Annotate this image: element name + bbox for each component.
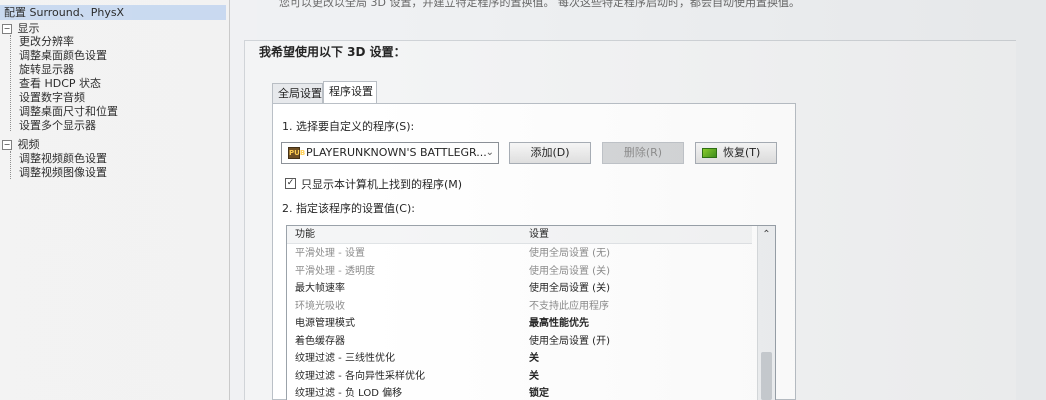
add-program-button[interactable]: 添加(D)	[509, 142, 591, 164]
table-row[interactable]: 纹理过滤 - 各向异性采样优化 关	[287, 368, 752, 386]
section-title: 我希望使用以下 3D 设置：	[259, 45, 406, 59]
setting-cell: 最高性能优先	[529, 318, 589, 329]
table-row[interactable]: 环境光吸收 不支持此应用程序	[287, 298, 752, 316]
sidebar-item-adjust-desktop-color[interactable]: 调整桌面颜色设置	[19, 49, 107, 63]
sidebar-item-desktop-size-position[interactable]: 调整桌面尺寸和位置	[19, 105, 118, 119]
feature-column-header: 功能	[295, 229, 315, 240]
feature-cell: 纹理过滤 - 三线性优化	[295, 353, 395, 364]
setting-cell: 使用全局设置 (开)	[529, 335, 610, 347]
settings-content: 您可以更改以全局 3D 设置，并建立特定程序的置换值。 每次这些特定程序启动时，…	[230, 0, 1046, 400]
program-dropdown[interactable]: PUB PLAYERUNKNOWN'S BATTLEGR... ⌄	[281, 142, 499, 164]
table-row[interactable]: 纹理过滤 - 三线性优化 关	[287, 350, 752, 368]
minus-icon[interactable]: −	[2, 24, 12, 34]
delete-program-button[interactable]: 删除(R)	[602, 142, 684, 164]
restore-program-button[interactable]: 恢复(T)	[695, 142, 777, 164]
tab-program-settings[interactable]: 程序设置	[323, 81, 377, 103]
sidebar-item-label: 调整视频颜色设置	[19, 152, 107, 165]
table-row[interactable]: 最大帧速率 使用全局设置 (关)	[287, 280, 752, 298]
minus-icon[interactable]: −	[2, 140, 12, 150]
chevron-down-icon[interactable]: ⌄	[486, 143, 494, 163]
program-settings-label: 2. 指定该程序的设置值(C):	[282, 202, 415, 215]
feature-cell: 平滑处理 - 透明度	[295, 265, 375, 277]
setting-cell: 使用全局设置 (关)	[529, 265, 610, 277]
tree-connector	[10, 151, 12, 179]
table-row[interactable]: 电源管理模式 最高性能优先	[287, 315, 752, 333]
sidebar-item-label: 旋转显示器	[19, 63, 74, 76]
sidebar-group-video[interactable]: − 视频	[2, 138, 40, 152]
tree-connector	[10, 35, 12, 131]
navigation-tree: 配置 Surround、PhysX − 显示 更改分辨率 调整桌面颜色设置 旋转…	[0, 0, 230, 400]
nvidia-control-panel-screen: 配置 Surround、PhysX − 显示 更改分辨率 调整桌面颜色设置 旋转…	[0, 0, 1046, 400]
sidebar-item-change-resolution[interactable]: 更改分辨率	[19, 35, 74, 49]
program-select-label: 1. 选择要自定义的程序(S):	[282, 120, 415, 133]
table-rows: 平滑处理 - 设置 使用全局设置 (无) 平滑处理 - 透明度 使用全局设置 (…	[287, 245, 752, 400]
restore-button-label: 恢复(T)	[723, 146, 761, 159]
feature-cell: 纹理过滤 - 负 LOD 偏移	[295, 388, 403, 399]
sidebar-item-label: 调整桌面尺寸和位置	[19, 105, 118, 118]
sidebar-item-view-hdcp-status[interactable]: 查看 HDCP 状态	[19, 77, 101, 91]
chevron-up-icon[interactable]: ⌃	[758, 228, 775, 242]
setting-cell: 关	[529, 353, 539, 364]
setting-cell: 不支持此应用程序	[529, 300, 609, 312]
show-local-programs-checkbox[interactable]: ✓	[285, 178, 296, 189]
table-row[interactable]: 着色缓存器 使用全局设置 (开)	[287, 333, 752, 351]
table-row[interactable]: 纹理过滤 - 负 LOD 偏移 锁定	[287, 385, 752, 400]
setting-cell: 锁定	[529, 388, 549, 399]
sidebar-group-label: 视频	[17, 138, 40, 151]
sidebar-item-label: 设置多个显示器	[19, 119, 96, 132]
game-icon: PUB	[288, 147, 306, 159]
tab-label: 全局设置	[278, 87, 322, 100]
table-row[interactable]: 平滑处理 - 设置 使用全局设置 (无)	[287, 245, 752, 263]
sidebar-item-label: 更改分辨率	[19, 35, 74, 48]
feature-cell: 电源管理模式	[295, 318, 355, 329]
sidebar-item-video-color[interactable]: 调整视频颜色设置	[19, 152, 107, 166]
table-row[interactable]: 平滑处理 - 透明度 使用全局设置 (关)	[287, 263, 752, 281]
feature-cell: 平滑处理 - 设置	[295, 248, 365, 259]
check-icon: ✓	[286, 178, 295, 188]
sidebar-item-video-image[interactable]: 调整视频图像设置	[19, 166, 107, 180]
sidebar-item-label: 调整视频图像设置	[19, 166, 107, 179]
setting-column-header: 设置	[529, 229, 549, 240]
feature-cell: 最大帧速率	[295, 283, 345, 294]
delete-button-label: 删除(R)	[623, 146, 663, 159]
selected-program: PLAYERUNKNOWN'S BATTLEGR...	[306, 146, 487, 159]
setting-cell: 关	[529, 370, 539, 382]
sidebar-item-configure-surround-physx[interactable]: 配置 Surround、PhysX	[0, 5, 226, 20]
sidebar-item-digital-audio[interactable]: 设置数字音频	[19, 91, 85, 105]
tab-global-settings[interactable]: 全局设置	[272, 83, 323, 103]
nvidia-icon	[702, 148, 717, 158]
sidebar-group-display[interactable]: − 显示	[2, 22, 40, 36]
program-settings-table[interactable]: 功能 设置 平滑处理 - 设置 使用全局设置 (无) 平滑处理 - 透明度 使用…	[286, 225, 776, 400]
sidebar-item-rotate-display[interactable]: 旋转显示器	[19, 63, 74, 77]
checkbox-label: 只显示本计算机上找到的程序(M)	[301, 178, 463, 191]
table-header: 功能 设置	[287, 226, 752, 244]
feature-cell: 环境光吸收	[295, 300, 345, 312]
table-scrollbar[interactable]: ⌃	[757, 226, 775, 400]
sidebar-item-label: 设置数字音频	[19, 91, 85, 104]
intro-text: 您可以更改以全局 3D 设置，并建立特定程序的置换值。 每次这些特定程序启动时，…	[279, 0, 800, 9]
setting-cell: 使用全局设置 (关)	[529, 283, 610, 294]
setting-cell: 使用全局设置 (无)	[529, 248, 610, 259]
tab-label: 程序设置	[329, 85, 373, 98]
sidebar-item-label: 查看 HDCP 状态	[19, 77, 102, 90]
scroll-thumb[interactable]	[761, 352, 772, 400]
sidebar-item-multiple-displays[interactable]: 设置多个显示器	[19, 119, 96, 133]
feature-cell: 纹理过滤 - 各向异性采样优化	[295, 370, 425, 382]
sidebar-item-label: 配置 Surround、PhysX	[4, 6, 125, 19]
add-button-label: 添加(D)	[530, 146, 570, 159]
feature-cell: 着色缓存器	[295, 335, 345, 347]
sidebar-item-label: 调整桌面颜色设置	[19, 49, 107, 62]
sidebar-group-label: 显示	[17, 22, 40, 35]
